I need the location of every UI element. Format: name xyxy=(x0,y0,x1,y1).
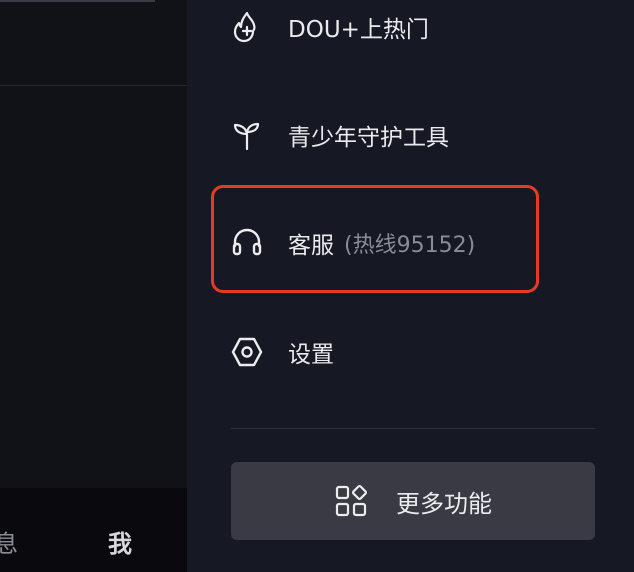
menu-item-customer-service[interactable]: 客服 (热线95152) xyxy=(230,226,475,260)
more-features-label: 更多功能 xyxy=(396,489,492,518)
grid-apps-icon xyxy=(334,484,368,518)
menu-item-youth-protection[interactable]: 青少年守护工具 xyxy=(230,118,449,152)
menu-item-settings[interactable]: 设置 xyxy=(230,335,334,369)
dou-flame-plus-icon xyxy=(230,10,264,44)
more-features-button[interactable]: 更多功能 xyxy=(231,462,595,540)
drawer-divider xyxy=(231,428,595,429)
bottom-nav-bar xyxy=(0,488,187,572)
menu-item-label: 青少年守护工具 xyxy=(288,125,449,151)
top-divider xyxy=(0,0,155,2)
settings-hex-icon xyxy=(230,335,264,369)
menu-item-label: 设置 xyxy=(288,342,334,368)
tab-divider xyxy=(0,85,187,86)
menu-item-label: DOU+上热门 xyxy=(288,17,429,43)
headset-icon xyxy=(230,226,264,260)
menu-item-label: 客服 xyxy=(288,233,334,259)
menu-item-dou-plus[interactable]: DOU+上热门 xyxy=(230,10,429,44)
sprout-icon xyxy=(230,118,264,152)
nav-messages[interactable]: 息 xyxy=(0,524,18,559)
nav-me[interactable]: 我 xyxy=(108,524,132,559)
hotline-text: (热线95152) xyxy=(344,233,476,258)
